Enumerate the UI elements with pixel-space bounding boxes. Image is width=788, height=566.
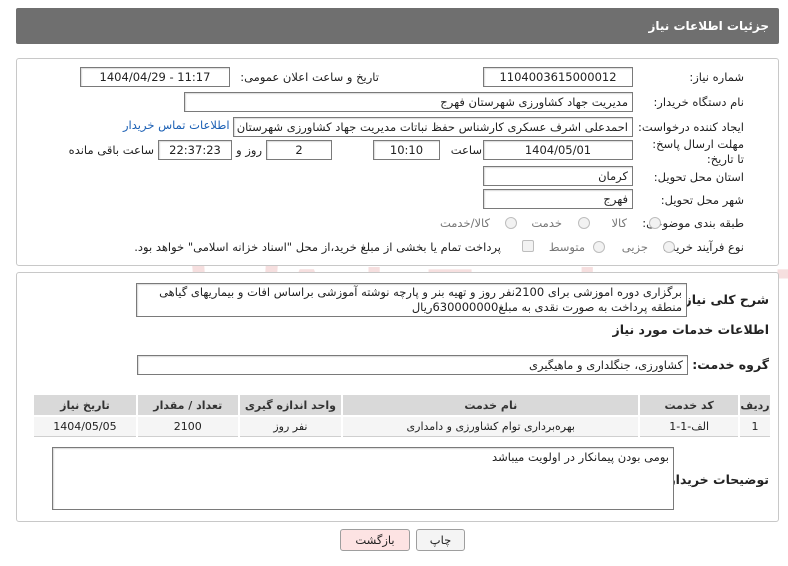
city-field[interactable]: فهرج bbox=[483, 189, 633, 209]
cell-need-date: 1404/05/05 bbox=[32, 415, 138, 437]
deadline-time-label: ساعت bbox=[450, 143, 482, 157]
treasury-payment-checkbox[interactable] bbox=[522, 240, 534, 252]
process-minor-radio[interactable] bbox=[663, 241, 675, 253]
buyer-contact-link[interactable]: اطلاعات تماس خریدار bbox=[123, 118, 230, 132]
table-header-row: ردیف کد خدمت نام خدمت واحد اندازه گیری ت… bbox=[32, 393, 772, 417]
buyer-org-field[interactable]: مدیریت جهاد کشاورزی شهرستان فهرج bbox=[184, 92, 633, 112]
need-number-label: شماره نیاز: bbox=[689, 70, 744, 84]
creator-label: ایجاد کننده درخواست: bbox=[638, 120, 744, 134]
buyer-notes-field[interactable]: بومی بودن پیمانکار در اولویت میباشد bbox=[52, 447, 674, 510]
col-unit: واحد اندازه گیری bbox=[237, 393, 344, 417]
table-row: 1 الف-1-1 بهره‌برداری توام کشاورزی و دام… bbox=[32, 415, 772, 437]
process-medium-radio[interactable] bbox=[593, 241, 605, 253]
page-header: جزئیات اطلاعات نیاز bbox=[16, 8, 779, 44]
col-quantity: تعداد / مقدار bbox=[135, 393, 240, 417]
need-number-field[interactable]: 1104003615000012 bbox=[483, 67, 633, 87]
description-field[interactable]: برگزاری دوره اموزشی برای 2100نفر روز و ت… bbox=[136, 283, 687, 317]
treasury-payment-note: پرداخت تمام یا بخشی از مبلغ خرید،از محل … bbox=[134, 240, 501, 254]
description-label: شرح کلی نیاز: bbox=[679, 292, 769, 307]
category-goods-radio[interactable] bbox=[649, 217, 661, 229]
announce-datetime-field[interactable]: 1404/04/29 - 11:17 bbox=[80, 67, 230, 87]
province-label: استان محل تحویل: bbox=[653, 170, 744, 184]
remaining-days-field[interactable]: 2 bbox=[266, 140, 332, 160]
deadline-label: مهلت ارسال پاسخ: تا تاریخ: bbox=[652, 137, 744, 166]
category-service-radio[interactable] bbox=[578, 217, 590, 229]
col-row-number: ردیف bbox=[738, 393, 772, 417]
remaining-time-label: ساعت باقی مانده bbox=[68, 143, 154, 157]
print-button[interactable]: چاپ bbox=[416, 529, 465, 551]
back-button[interactable]: بازگشت bbox=[340, 529, 410, 551]
service-group-field[interactable]: کشاورزی، جنگلداری و ماهیگیری bbox=[137, 355, 688, 375]
process-medium-label: متوسط bbox=[548, 240, 585, 254]
deadline-date-field[interactable]: 1404/05/01 bbox=[483, 140, 633, 160]
cell-quantity: 2100 bbox=[135, 415, 240, 437]
col-service-name: نام خدمت bbox=[341, 393, 641, 417]
cell-service-code: الف-1-1 bbox=[638, 415, 741, 437]
buyer-org-label: نام دستگاه خریدار: bbox=[653, 95, 744, 109]
deadline-time-field[interactable]: 10:10 bbox=[373, 140, 440, 160]
col-service-code: کد خدمت bbox=[638, 393, 741, 417]
category-goods-service-label: کالا/خدمت bbox=[439, 216, 490, 230]
cell-service-name: بهره‌برداری توام کشاورزی و دامداری bbox=[341, 415, 641, 437]
col-need-date: تاریخ نیاز bbox=[32, 393, 138, 417]
service-group-label: گروه خدمت: bbox=[692, 357, 769, 372]
services-table: ردیف کد خدمت نام خدمت واحد اندازه گیری ت… bbox=[32, 393, 772, 437]
announce-datetime-label: تاریخ و ساعت اعلان عمومی: bbox=[240, 70, 379, 84]
services-section-title: اطلاعات خدمات مورد نیاز bbox=[612, 322, 770, 337]
category-service-label: خدمت bbox=[531, 216, 562, 230]
city-label: شهر محل تحویل: bbox=[660, 193, 744, 207]
creator-field[interactable]: احمدعلی اشرف عسکری کارشناس حفظ نباتات مد… bbox=[233, 117, 633, 137]
remaining-time-field[interactable]: 22:37:23 bbox=[158, 140, 232, 160]
buyer-notes-label: توضیحات خریدار: bbox=[663, 472, 769, 487]
category-goods-service-radio[interactable] bbox=[505, 217, 517, 229]
page-title: جزئیات اطلاعات نیاز bbox=[648, 19, 769, 33]
remaining-days-label: روز و bbox=[236, 143, 262, 157]
category-goods-label: کالا bbox=[611, 216, 627, 230]
province-field[interactable]: کرمان bbox=[483, 166, 633, 186]
cell-row-number: 1 bbox=[738, 415, 772, 437]
process-minor-label: جزیی bbox=[621, 240, 648, 254]
cell-unit: نفر روز bbox=[237, 415, 344, 437]
